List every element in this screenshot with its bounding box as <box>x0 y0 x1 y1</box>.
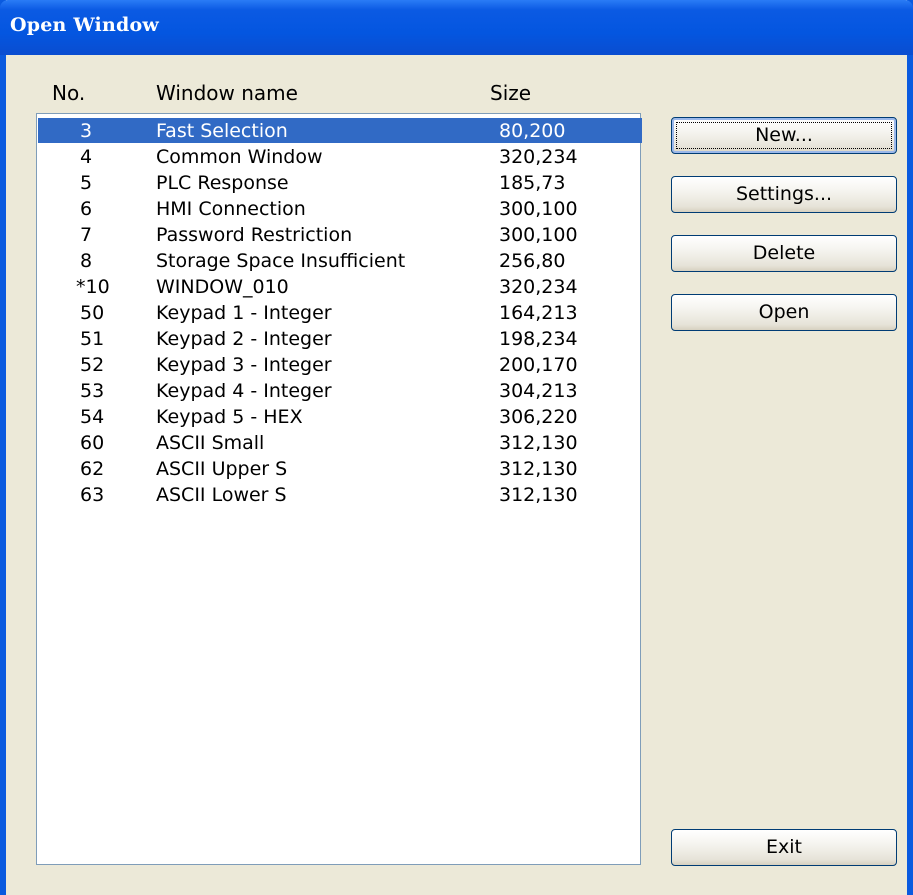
list-item-size: 304,213 <box>499 380 578 402</box>
list-item-window-name: Storage Space Insufficient <box>156 250 406 272</box>
list-item[interactable]: 8 Storage Space Insufficient 256,80 <box>38 248 642 274</box>
list-item-size: 185,73 <box>499 172 566 194</box>
list-item[interactable]: *10 WINDOW_010 320,234 <box>38 274 642 300</box>
focus-rectangle <box>676 122 892 149</box>
list-item[interactable]: 62 ASCII Upper S 312,130 <box>38 456 642 482</box>
list-item-size: 312,130 <box>499 432 578 454</box>
open-button-label: Open <box>758 301 810 323</box>
new-button[interactable]: New... <box>671 117 897 154</box>
list-item-number: 52 <box>80 354 105 376</box>
column-header-no: No. <box>52 81 86 105</box>
list-item-number: 62 <box>80 458 105 480</box>
list-item[interactable]: 4 Common Window 320,234 <box>38 144 642 170</box>
list-item-size: 320,234 <box>499 146 578 168</box>
list-item[interactable]: 5 PLC Response 185,73 <box>38 170 642 196</box>
list-item-window-name: Keypad 5 - HEX <box>156 406 303 428</box>
list-item-window-name: WINDOW_010 <box>156 276 289 298</box>
list-item-number: 5 <box>80 172 93 194</box>
list-item[interactable]: 63 ASCII Lower S 312,130 <box>38 482 642 508</box>
list-item-number: 6 <box>80 198 93 220</box>
list-item-number: 63 <box>80 484 105 506</box>
exit-button[interactable]: Exit <box>671 829 897 866</box>
list-item-size: 80,200 <box>499 120 566 142</box>
list-item-size: 312,130 <box>499 458 578 480</box>
list-item-number: 7 <box>80 224 93 246</box>
title-bar[interactable]: Open Window <box>0 0 913 55</box>
list-item-window-name: Common Window <box>156 146 323 168</box>
list-item[interactable]: 51 Keypad 2 - Integer 198,234 <box>38 326 642 352</box>
window-title: Open Window <box>10 14 159 36</box>
list-item-window-name: Keypad 3 - Integer <box>156 354 332 376</box>
list-item-size: 198,234 <box>499 328 578 350</box>
list-item-size: 256,80 <box>499 250 566 272</box>
list-item-number: 3 <box>80 120 93 142</box>
list-item-window-name: ASCII Lower S <box>156 484 287 506</box>
list-item-size: 300,100 <box>499 198 578 220</box>
list-item-number: 4 <box>80 146 93 168</box>
dialog-content: No. Window name Size 3 Fast Selection 80,2… <box>6 55 907 895</box>
settings-button-label: Settings... <box>735 183 833 205</box>
column-header-size: Size <box>490 81 532 105</box>
list-item[interactable]: 7 Password Restriction 300,100 <box>38 222 642 248</box>
list-item-window-name: Keypad 2 - Integer <box>156 328 332 350</box>
list-item-number: 51 <box>80 328 105 350</box>
open-button[interactable]: Open <box>671 294 897 331</box>
list-item-window-name: Fast Selection <box>156 120 288 142</box>
list-item-window-name: Keypad 1 - Integer <box>156 302 332 324</box>
list-item[interactable]: 54 Keypad 5 - HEX 306,220 <box>38 404 642 430</box>
list-item-number: 60 <box>80 432 105 454</box>
list-item-window-name: Password Restriction <box>156 224 353 246</box>
delete-button-label: Delete <box>752 242 816 264</box>
settings-button[interactable]: Settings... <box>671 176 897 213</box>
list-item-size: 164,213 <box>499 302 578 324</box>
list-item-window-name: Keypad 4 - Integer <box>156 380 332 402</box>
list-item-number: 53 <box>80 380 105 402</box>
list-item[interactable]: 6 HMI Connection 300,100 <box>38 196 642 222</box>
list-item-number: 8 <box>80 250 93 272</box>
list-item-size: 306,220 <box>499 406 578 428</box>
list-item[interactable]: 50 Keypad 1 - Integer 164,213 <box>38 300 642 326</box>
delete-button[interactable]: Delete <box>671 235 897 272</box>
list-item[interactable]: 60 ASCII Small 312,130 <box>38 430 642 456</box>
list-item-selected[interactable]: 3 Fast Selection 80,200 <box>38 118 642 143</box>
window-list[interactable]: 3 Fast Selection 80,200 4 Common Window 320,2… <box>36 113 642 865</box>
list-item[interactable]: 52 Keypad 3 - Integer 200,170 <box>38 352 642 378</box>
column-header-window-name: Window name <box>156 81 298 105</box>
list-item-number: *10 <box>76 276 110 298</box>
list-item-window-name: ASCII Small <box>156 432 265 454</box>
list-item-size: 320,234 <box>499 276 578 298</box>
exit-button-label: Exit <box>766 836 802 858</box>
list-item-window-name: ASCII Upper S <box>156 458 288 480</box>
list-item-size: 312,130 <box>499 484 578 506</box>
list-item-window-name: PLC Response <box>156 172 289 194</box>
list-item-number: 50 <box>80 302 105 324</box>
list-item[interactable]: 53 Keypad 4 - Integer 304,213 <box>38 378 642 404</box>
list-item-window-name: HMI Connection <box>156 198 306 220</box>
list-item-size: 300,100 <box>499 224 578 246</box>
list-item-number: 54 <box>80 406 105 428</box>
open-window-dialog: Open Window No. Window name Size 3 Fast S… <box>0 0 913 895</box>
list-item-size: 200,170 <box>499 354 578 376</box>
